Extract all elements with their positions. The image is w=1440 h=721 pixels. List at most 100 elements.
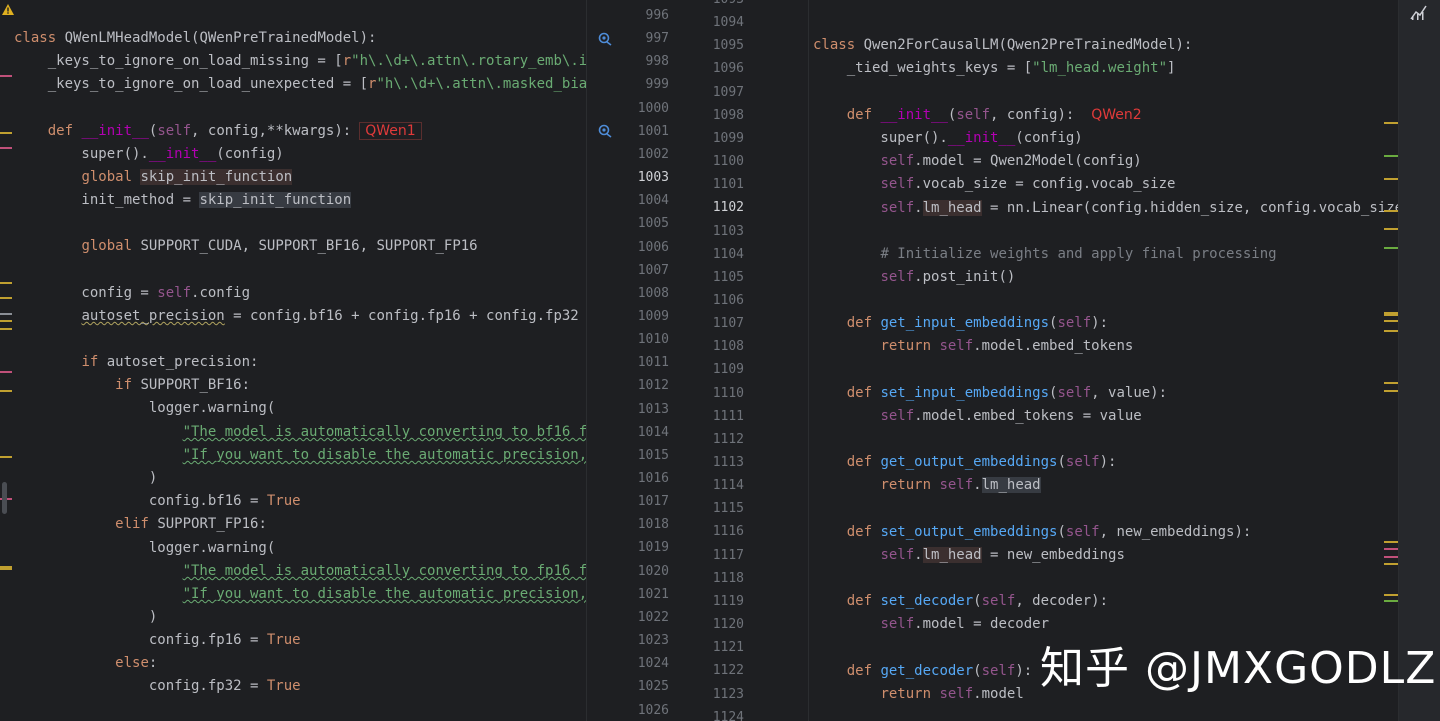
- line-number[interactable]: 1015: [638, 444, 669, 467]
- code-line[interactable]: # Initialize weights and apply final pro…: [813, 243, 1276, 266]
- line-number[interactable]: 1020: [638, 560, 669, 583]
- override-gutter-icon[interactable]: [598, 124, 612, 138]
- line-number[interactable]: 1107: [713, 312, 744, 335]
- line-number[interactable]: 1021: [638, 583, 669, 606]
- code-line[interactable]: init_method = skip_init_function: [14, 189, 352, 212]
- code-line[interactable]: class QWenLMHeadModel(QWenPreTrainedMode…: [14, 27, 376, 50]
- change-marker[interactable]: [1384, 563, 1398, 565]
- code-line[interactable]: def get_output_embeddings(self):: [813, 451, 1117, 474]
- change-marker[interactable]: [1384, 320, 1398, 322]
- code-line[interactable]: config.fp32 = True: [14, 675, 301, 698]
- change-marker[interactable]: [1384, 556, 1398, 558]
- line-number[interactable]: 1014: [638, 421, 669, 444]
- line-number[interactable]: 998: [646, 50, 669, 73]
- line-number[interactable]: 1017: [638, 490, 669, 513]
- line-number[interactable]: 1115: [713, 497, 744, 520]
- line-number[interactable]: 1094: [713, 11, 744, 34]
- change-marker[interactable]: [1384, 390, 1398, 392]
- line-number[interactable]: 1010: [638, 328, 669, 351]
- change-marker[interactable]: [1384, 594, 1398, 596]
- line-number[interactable]: 1118: [713, 567, 744, 590]
- line-number[interactable]: 1096: [713, 57, 744, 80]
- change-marker[interactable]: [0, 132, 12, 134]
- code-line[interactable]: config.fp16 = True: [14, 629, 301, 652]
- code-line[interactable]: if autoset_precision:: [14, 351, 258, 374]
- line-number[interactable]: 1123: [713, 683, 744, 706]
- code-line[interactable]: return self.lm_head: [813, 474, 1041, 497]
- code-line[interactable]: def set_output_embeddings(self, new_embe…: [813, 521, 1252, 544]
- line-number[interactable]: 1005: [638, 212, 669, 235]
- change-marker[interactable]: [1384, 122, 1398, 124]
- code-line[interactable]: "If you want to disable the automatic pr…: [14, 583, 586, 606]
- line-number[interactable]: 999: [646, 73, 669, 96]
- code-line[interactable]: super().__init__(config): [14, 143, 283, 166]
- change-marker[interactable]: [1384, 247, 1398, 249]
- code-line[interactable]: ): [14, 467, 157, 490]
- line-number[interactable]: 1008: [638, 282, 669, 305]
- line-number[interactable]: 1110: [713, 382, 744, 405]
- line-number[interactable]: 1117: [713, 544, 744, 567]
- code-line[interactable]: self.vocab_size = config.vocab_size: [813, 173, 1175, 196]
- change-marker[interactable]: [1384, 541, 1398, 543]
- chart-icon[interactable]: [1409, 2, 1429, 22]
- change-marker[interactable]: [0, 566, 12, 570]
- change-marker[interactable]: [1384, 228, 1398, 230]
- right-editor-pane[interactable]: class Qwen2ForCausalLM(Qwen2PreTrainedMo…: [808, 0, 1399, 721]
- line-number[interactable]: 1016: [638, 467, 669, 490]
- code-line[interactable]: def set_decoder(self, decoder):: [813, 590, 1108, 613]
- code-line[interactable]: autoset_precision = config.bf16 + config…: [14, 305, 586, 328]
- line-number[interactable]: 1097: [713, 81, 744, 104]
- code-line[interactable]: def __init__(self, config,**kwargs): QWen…: [14, 120, 422, 143]
- change-marker[interactable]: [0, 320, 12, 322]
- code-line[interactable]: ): [14, 606, 157, 629]
- line-number[interactable]: 1116: [713, 520, 744, 543]
- change-marker[interactable]: [0, 147, 12, 149]
- line-number[interactable]: 1003: [638, 166, 669, 189]
- code-line[interactable]: self.model = Qwen2Model(config): [813, 150, 1141, 173]
- line-number[interactable]: 1098: [713, 104, 744, 127]
- code-line[interactable]: return self.model: [813, 683, 1023, 706]
- scrollbar-thumb[interactable]: [2, 482, 7, 514]
- change-marker[interactable]: [1384, 210, 1398, 212]
- line-number[interactable]: 1012: [638, 374, 669, 397]
- line-number[interactable]: 1093: [713, 0, 744, 11]
- change-marker[interactable]: [1384, 600, 1398, 602]
- line-number[interactable]: 1105: [713, 266, 744, 289]
- code-line[interactable]: "The model is automatically converting t…: [14, 560, 586, 583]
- line-number[interactable]: 1124: [713, 706, 744, 721]
- line-number[interactable]: 1007: [638, 259, 669, 282]
- change-marker[interactable]: [0, 390, 12, 392]
- line-number[interactable]: 1000: [638, 97, 669, 120]
- code-line[interactable]: _keys_to_ignore_on_load_missing = [r"h\.…: [14, 50, 586, 73]
- line-number[interactable]: 1120: [713, 613, 744, 636]
- code-line[interactable]: global SUPPORT_CUDA, SUPPORT_BF16, SUPPO…: [14, 235, 477, 258]
- code-line[interactable]: logger.warning(: [14, 397, 275, 420]
- code-line[interactable]: class Qwen2ForCausalLM(Qwen2PreTrainedMo…: [813, 34, 1192, 57]
- line-number[interactable]: 996: [646, 4, 669, 27]
- line-number[interactable]: 1100: [713, 150, 744, 173]
- change-marker[interactable]: [1384, 178, 1398, 180]
- code-line[interactable]: def get_input_embeddings(self):: [813, 312, 1108, 335]
- code-line[interactable]: self.lm_head = new_embeddings: [813, 544, 1125, 567]
- code-line[interactable]: def set_input_embeddings(self, value):: [813, 382, 1167, 405]
- code-line[interactable]: elif SUPPORT_FP16:: [14, 513, 267, 536]
- line-number[interactable]: 1019: [638, 536, 669, 559]
- change-marker[interactable]: [0, 75, 12, 77]
- line-number[interactable]: 1122: [713, 659, 744, 682]
- line-number[interactable]: 1001: [638, 120, 669, 143]
- line-number[interactable]: 1013: [638, 398, 669, 421]
- change-marker[interactable]: [1384, 382, 1398, 384]
- line-number[interactable]: 1006: [638, 236, 669, 259]
- code-line[interactable]: self.model.embed_tokens = value: [813, 405, 1141, 428]
- code-line[interactable]: else:: [14, 652, 157, 675]
- left-editor-pane[interactable]: class QWenLMHeadModel(QWenPreTrainedMode…: [0, 0, 586, 721]
- line-number[interactable]: 1018: [638, 513, 669, 536]
- change-marker[interactable]: [1384, 330, 1398, 332]
- line-number[interactable]: 1095: [713, 34, 744, 57]
- line-number[interactable]: 1025: [638, 675, 669, 698]
- line-number[interactable]: 1024: [638, 652, 669, 675]
- line-number[interactable]: 1011: [638, 351, 669, 374]
- code-line[interactable]: def __init__(self, config): QWen2: [813, 104, 1142, 127]
- line-number[interactable]: 1026: [638, 699, 669, 721]
- line-number[interactable]: 997: [646, 27, 669, 50]
